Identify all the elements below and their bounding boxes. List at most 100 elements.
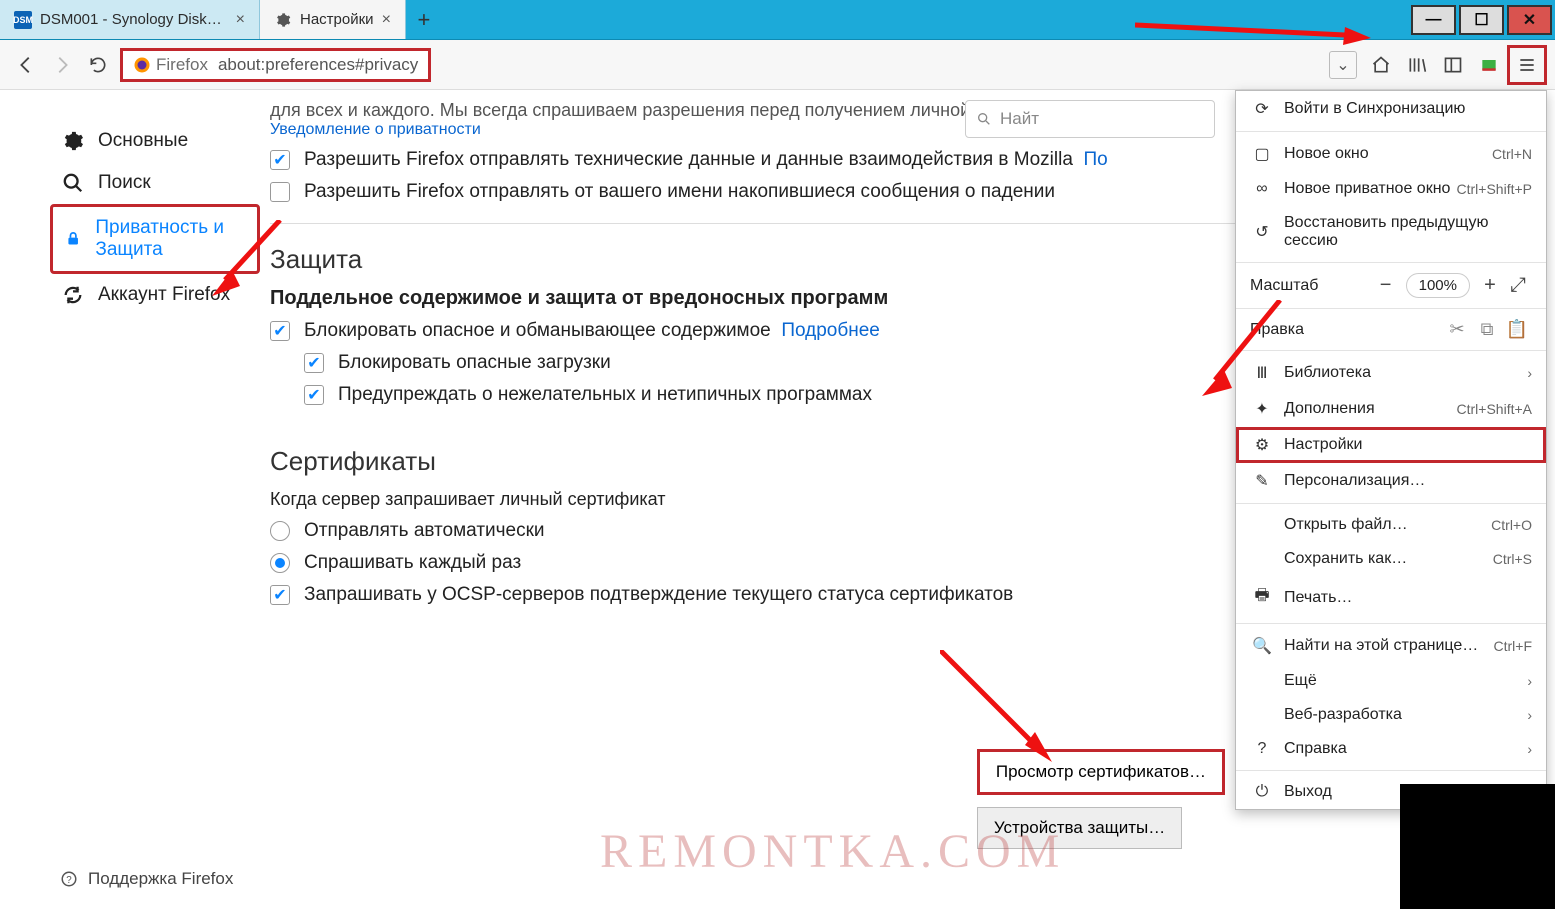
paste-icon[interactable]: 📋	[1502, 319, 1532, 340]
zoom-label: Масштаб	[1250, 277, 1372, 295]
menu-edit: Правка ✂ ⧉ 📋	[1236, 313, 1546, 346]
close-window-button[interactable]: ✕	[1507, 5, 1552, 35]
sidebar-item-label: Аккаунт Firefox	[98, 284, 230, 306]
checkbox-label: Блокировать опасное и обманывающее содер…	[304, 320, 771, 342]
browser-tab-2[interactable]: Настройки ×	[260, 0, 406, 39]
sidebar-item-general[interactable]: Основные	[50, 120, 260, 162]
library-icon: Ⅲ	[1250, 363, 1274, 383]
zoom-value[interactable]: 100%	[1406, 273, 1470, 298]
library-button[interactable]	[1399, 47, 1435, 83]
view-certificates-button[interactable]: Просмотр сертификатов…	[977, 749, 1225, 795]
radio-label: Спрашивать каждый раз	[304, 552, 521, 574]
brush-icon: ✎	[1250, 471, 1274, 491]
sidebar-item-privacy[interactable]: Приватность и Защита	[50, 204, 260, 274]
close-icon[interactable]: ×	[382, 11, 391, 29]
radio-icon[interactable]	[270, 521, 290, 541]
power-icon: ⏻	[1250, 783, 1274, 801]
checkbox-label: Блокировать опасные загрузки	[338, 352, 611, 374]
menu-library[interactable]: ⅢБиблиотека›	[1236, 355, 1546, 391]
window-titlebar: DSM DSM001 - Synology DiskStation × Наст…	[0, 0, 1555, 40]
home-button[interactable]	[1363, 47, 1399, 83]
checkbox-icon[interactable]	[270, 182, 290, 202]
svg-text:?: ?	[66, 875, 72, 886]
support-link-label: Поддержка Firefox	[88, 869, 233, 889]
dsm-icon: DSM	[14, 11, 32, 29]
identity-badge: Firefox	[133, 55, 208, 75]
search-icon: 🔍	[1250, 636, 1274, 656]
learn-more-link[interactable]: Подробнее	[781, 320, 880, 342]
black-overlay	[1400, 784, 1555, 909]
menu-find[interactable]: 🔍Найти на этой странице…Ctrl+F	[1236, 628, 1546, 664]
zoom-out-button[interactable]: −	[1372, 274, 1400, 297]
app-menu-button[interactable]	[1507, 45, 1547, 85]
privacy-notice-link[interactable]: Уведомление о приватности	[270, 121, 481, 138]
menu-new-window[interactable]: ▢Новое окноCtrl+N	[1236, 136, 1546, 172]
menu-sync[interactable]: ⟳Войти в Синхронизацию	[1236, 91, 1546, 127]
browser-tab-1[interactable]: DSM DSM001 - Synology DiskStation ×	[0, 0, 260, 39]
puzzle-icon: ✦	[1250, 399, 1274, 419]
cut-icon[interactable]: ✂	[1442, 319, 1472, 340]
search-icon	[976, 111, 992, 127]
menu-settings[interactable]: ⚙Настройки	[1236, 427, 1546, 463]
preferences-sidebar: Основные Поиск Приватность и Защита Акка…	[0, 90, 260, 909]
sidebar-item-label: Приватность и Защита	[95, 217, 245, 261]
fullscreen-button[interactable]: ⤢	[1504, 274, 1532, 297]
menu-help[interactable]: ?Справка›	[1236, 732, 1546, 766]
checkbox-label: Запрашивать у OCSP-серверов подтверждени…	[304, 584, 1013, 606]
checkbox-label: Разрешить Firefox отправлять технические…	[304, 149, 1073, 171]
gear-icon	[62, 130, 84, 152]
tab-title: Настройки	[300, 11, 374, 28]
address-bar[interactable]: Firefox about:preferences#privacy	[120, 48, 431, 82]
watermark: REMONTKA.COM	[600, 824, 1065, 879]
forward-button[interactable]	[44, 47, 80, 83]
gear-icon	[274, 11, 292, 29]
reload-button[interactable]	[80, 47, 116, 83]
sidebar-item-label: Поиск	[98, 172, 151, 194]
copy-icon[interactable]: ⧉	[1472, 319, 1502, 340]
checkbox-label: Предупреждать о нежелательных и нетипичн…	[338, 384, 872, 406]
window-controls: — ☐ ✕	[1411, 0, 1555, 39]
mask-icon: ∞	[1250, 180, 1274, 198]
menu-addons[interactable]: ✦ДополненияCtrl+Shift+A	[1236, 391, 1546, 427]
menu-more[interactable]: Ещё›	[1236, 664, 1546, 698]
new-tab-button[interactable]: +	[406, 0, 442, 39]
menu-save-as[interactable]: Сохранить как…Ctrl+S	[1236, 542, 1546, 576]
sidebar-item-search[interactable]: Поиск	[50, 162, 260, 204]
menu-new-private[interactable]: ∞Новое приватное окноCtrl+Shift+P	[1236, 172, 1546, 206]
menu-webdev[interactable]: Веб-разработка›	[1236, 698, 1546, 732]
radio-label: Отправлять автоматически	[304, 520, 545, 542]
zoom-in-button[interactable]: +	[1476, 274, 1504, 297]
support-link[interactable]: ? Поддержка Firefox	[60, 869, 233, 889]
browser-toolbar: Firefox about:preferences#privacy ⌄	[0, 40, 1555, 90]
lock-icon	[65, 228, 81, 250]
menu-restore-session[interactable]: ↺Восстановить предыдущую сессию	[1236, 206, 1546, 258]
extension-icon[interactable]	[1471, 47, 1507, 83]
checkbox-icon[interactable]	[270, 321, 290, 341]
learn-more-link[interactable]: По	[1083, 149, 1107, 171]
checkbox-label: Разрешить Firefox отправлять от вашего и…	[304, 181, 1055, 203]
sync-icon: ⟳	[1250, 99, 1274, 119]
search-placeholder: Найт	[1000, 109, 1039, 129]
checkbox-icon[interactable]	[304, 353, 324, 373]
minimize-button[interactable]: —	[1411, 5, 1456, 35]
menu-customize[interactable]: ✎Персонализация…	[1236, 463, 1546, 499]
gear-icon: ⚙	[1250, 435, 1274, 455]
maximize-button[interactable]: ☐	[1459, 5, 1504, 35]
print-icon: 🖶	[1250, 584, 1274, 611]
app-menu: ⟳Войти в Синхронизацию ▢Новое окноCtrl+N…	[1235, 90, 1547, 810]
url-dropdown-button[interactable]: ⌄	[1329, 51, 1357, 79]
back-button[interactable]	[8, 47, 44, 83]
menu-open-file[interactable]: Открыть файл…Ctrl+O	[1236, 508, 1546, 542]
radio-icon[interactable]	[270, 553, 290, 573]
sidebar-button[interactable]	[1435, 47, 1471, 83]
menu-print[interactable]: 🖶Печать…	[1236, 576, 1546, 619]
search-input[interactable]: Найт	[965, 100, 1215, 138]
checkbox-icon[interactable]	[270, 585, 290, 605]
checkbox-icon[interactable]	[270, 150, 290, 170]
close-icon[interactable]: ×	[236, 11, 245, 29]
url-text: about:preferences#privacy	[218, 55, 418, 75]
firefox-icon	[133, 56, 151, 74]
checkbox-icon[interactable]	[304, 385, 324, 405]
sidebar-item-account[interactable]: Аккаунт Firefox	[50, 274, 260, 316]
sync-icon	[62, 284, 84, 306]
